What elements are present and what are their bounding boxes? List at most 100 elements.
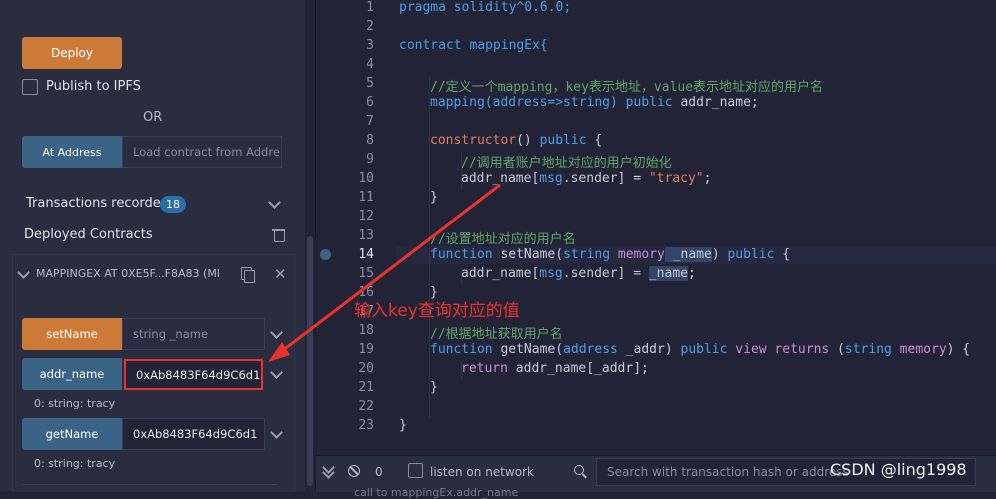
- code-editor[interactable]: 1 2 3 4 5 6 7 8 9 10 11 12 13 14 15 16 1…: [316, 0, 996, 455]
- code-token: pragma solidity^0.6.0;: [399, 0, 572, 15]
- code-token: contract mappingEx{: [399, 38, 548, 53]
- transactions-count-badge: 18: [160, 196, 186, 213]
- addr-name-result: 0: string: tracy: [34, 397, 116, 410]
- line-number: 13: [358, 228, 374, 243]
- code-token: .sender] =: [562, 171, 649, 186]
- getname-input[interactable]: 0xAb8483F64d9C6d1: [122, 418, 265, 450]
- line-number: 8: [366, 133, 374, 148]
- getname-button[interactable]: getName: [22, 418, 122, 450]
- at-address-button[interactable]: At Address: [22, 136, 122, 168]
- publish-ipfs-checkbox[interactable]: [22, 79, 38, 95]
- setname-button[interactable]: setName: [22, 318, 122, 350]
- panel-scrollbar-thumb[interactable]: [307, 236, 313, 486]
- code-token: addr_name[: [461, 171, 540, 186]
- code-line-15: addr_name[msg.sender] = _name;: [461, 266, 696, 281]
- code-line-10: addr_name[msg.sender] = "tracy";: [461, 171, 711, 186]
- line-number: 9: [366, 152, 374, 167]
- load-contract-input[interactable]: Load contract from Addre: [122, 136, 282, 168]
- chevron-down-icon[interactable]: [268, 196, 281, 209]
- code-token: constructor: [430, 133, 517, 148]
- code-line-20: return addr_name[_addr];: [461, 361, 649, 376]
- code-line-18: //根据地址获取用户名: [430, 323, 563, 342]
- code-token: .sender] =: [562, 266, 649, 281]
- line-number: 10: [358, 171, 374, 186]
- code-token: {: [586, 133, 603, 148]
- code-token: "tracy": [648, 171, 704, 186]
- code-token: }: [430, 190, 438, 205]
- close-icon[interactable]: ✕: [274, 265, 287, 283]
- code-comment: //设置地址对应的用户名: [430, 232, 576, 247]
- code-token: ;: [703, 171, 712, 186]
- code-token: mapping(address=>string): [430, 95, 626, 110]
- code-token: view: [727, 342, 767, 357]
- transactions-recorded-label: Transactions recorded: [26, 196, 170, 211]
- code-token: msg: [539, 266, 563, 281]
- code-token: _name: [664, 247, 712, 262]
- code-token: setName(: [492, 247, 564, 262]
- deploy-button[interactable]: Deploy: [22, 37, 122, 69]
- line-number: 6: [366, 95, 374, 110]
- deployed-contracts-label: Deployed Contracts: [24, 227, 153, 242]
- code-token: ;: [688, 266, 696, 281]
- search-icon-handle: [582, 473, 587, 479]
- contract-instance-title[interactable]: MAPPINGEX AT 0XE5F...F8A83 (MI: [36, 267, 220, 280]
- code-token: addr_name[: [461, 266, 540, 281]
- code-token: function: [430, 342, 493, 357]
- code-token: _addr): [617, 342, 681, 357]
- code-token: return: [461, 361, 508, 376]
- listen-network-label: listen on network: [430, 465, 534, 479]
- code-line-14: function setName(string memory _name) pu…: [430, 247, 790, 262]
- code-token: ) {: [946, 342, 971, 357]
- code-line-5: //定义一个mapping，key表示地址，value表示地址对应的用户名: [430, 76, 823, 95]
- code-token: memory: [891, 342, 947, 357]
- code-token: _name: [648, 266, 688, 281]
- code-token: (: [829, 342, 845, 357]
- code-line-21: }: [430, 380, 438, 395]
- code-comment: //根据地址获取用户名: [430, 327, 563, 342]
- code-token: }: [430, 380, 438, 395]
- csdn-watermark: CSDN @ling1998: [830, 460, 967, 479]
- breakpoint-marker[interactable]: [320, 249, 331, 260]
- line-number: 15: [358, 266, 374, 281]
- code-token: {: [774, 247, 791, 262]
- pending-count: 0: [375, 465, 383, 479]
- line-number: 7: [366, 114, 374, 129]
- code-token: }: [399, 418, 407, 433]
- trash-icon[interactable]: [274, 231, 285, 242]
- card-separator: [22, 484, 277, 485]
- code-line-6: mapping(address=>string) public addr_nam…: [430, 95, 759, 110]
- addr-name-button[interactable]: addr_name: [22, 358, 122, 390]
- line-number: 11: [358, 190, 374, 205]
- terminal-partial-line: call to mappingEx.addr_name: [354, 486, 519, 499]
- code-line-9: //调用者账户地址对应的用户初始化: [461, 152, 672, 171]
- setname-input[interactable]: string _name: [122, 318, 265, 350]
- trash-lid: [272, 229, 285, 231]
- listen-network-checkbox[interactable]: [408, 463, 423, 478]
- line-number: 22: [358, 399, 374, 414]
- line-number: 23: [358, 418, 374, 433]
- publish-ipfs-label: Publish to IPFS: [46, 79, 141, 94]
- code-comment: //定义一个mapping，key表示地址，value表示地址对应的用户名: [430, 80, 824, 95]
- getname-result: 0: string: tracy: [34, 457, 116, 470]
- line-number: 5: [366, 76, 374, 91]
- line-number: 1: [366, 0, 374, 15]
- code-token: addr_name;: [672, 95, 759, 110]
- code-line-13: //设置地址对应的用户名: [430, 228, 576, 247]
- code-token: public: [539, 133, 587, 148]
- code-token: msg: [539, 171, 563, 186]
- code-token: (): [516, 133, 540, 148]
- line-number: 20: [358, 361, 374, 376]
- code-line-8: constructor() public {: [430, 133, 602, 148]
- addr-name-input[interactable]: 0xAb8483F64d9C6d1: [124, 359, 263, 390]
- copy-icon-back: [244, 270, 255, 283]
- code-token: ): [711, 247, 728, 262]
- code-line-11: }: [430, 190, 438, 205]
- line-number: 19: [358, 342, 374, 357]
- code-token: returns: [766, 342, 830, 357]
- code-line-3: contract mappingEx{: [399, 38, 548, 53]
- line-number: 3: [366, 38, 374, 53]
- code-token: public: [680, 342, 728, 357]
- annotation-label: 输入key查询对应的值: [354, 301, 520, 321]
- line-number: 18: [358, 323, 374, 338]
- code-token: function: [430, 247, 493, 262]
